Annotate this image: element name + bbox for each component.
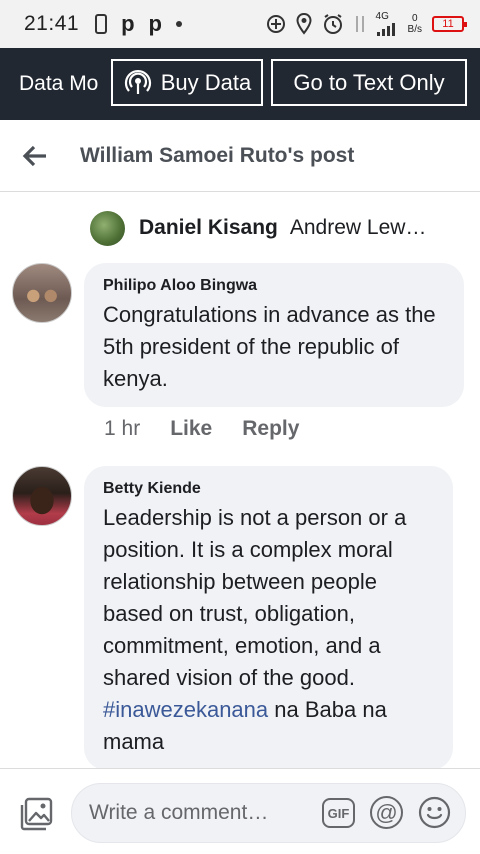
like-button[interactable]: Like — [170, 417, 212, 441]
comment-author[interactable]: Philipo Aloo Bingwa — [103, 277, 446, 295]
network-type: 4G — [375, 11, 389, 22]
status-time: 21:41 — [24, 12, 80, 35]
comment-bubble[interactable]: Philipo Aloo Bingwa Congratulations in a… — [84, 263, 464, 407]
phone-icon — [95, 14, 108, 34]
signal-indicator: 4G — [376, 12, 398, 36]
comment-time: 1 hr — [104, 417, 141, 440]
text-only-button[interactable]: Go to Text Only — [271, 59, 467, 106]
more-notifications-dot — [175, 21, 182, 27]
comment-placeholder: Write a comment… — [89, 801, 269, 824]
speed-unit: B/s — [407, 24, 422, 35]
alarm-icon — [323, 14, 342, 34]
signal-icon — [376, 23, 395, 36]
comment-bubble[interactable]: Betty Kiende Leadership is not a person … — [84, 466, 453, 770]
screen: 21:41 p p 4G 0 B/s 11 Data Mo Buy Data G… — [0, 0, 480, 854]
gif-button[interactable]: GIF — [322, 798, 355, 828]
reply-button[interactable]: Reply — [242, 417, 299, 441]
comment-input[interactable]: Write a comment… GIF @ — [71, 783, 466, 843]
avatar[interactable] — [12, 263, 72, 323]
data-mode-label: Data Mo — [19, 72, 99, 95]
location-icon — [296, 13, 312, 35]
status-bar: 21:41 p p 4G 0 B/s 11 — [0, 0, 480, 48]
comment-text: Congratulations in advance as the 5th pr… — [103, 302, 436, 391]
app-p-icon: p — [121, 11, 135, 36]
avatar[interactable] — [90, 210, 125, 246]
system-icons: 4G 0 B/s 11 — [266, 0, 467, 48]
text-only-label: Go to Text Only — [293, 69, 445, 95]
data-transfer-icon — [355, 16, 364, 32]
tagged-others[interactable]: Andrew Lew… — [290, 216, 427, 240]
comment-text-block: Leadership is not a person or a position… — [103, 502, 435, 758]
buy-data-button[interactable]: Buy Data — [111, 59, 263, 106]
tagged-name[interactable]: Daniel Kisang — [139, 216, 278, 240]
add-circle-icon — [266, 15, 285, 33]
page-title: William Samoei Ruto's post — [80, 143, 355, 167]
app-p-icon-2: p — [148, 11, 162, 36]
battery-icon: 11 — [432, 16, 467, 32]
comment-composer: Write a comment… GIF @ — [0, 768, 480, 854]
avatar[interactable] — [12, 466, 72, 526]
comment-text: Leadership is not a person or a position… — [103, 505, 407, 690]
comment-author[interactable]: Betty Kiende — [103, 480, 435, 498]
back-arrow-icon — [22, 145, 46, 166]
post-header: William Samoei Ruto's post — [0, 120, 480, 192]
emoji-icon[interactable] — [418, 796, 451, 829]
data-mode-bar: Data Mo Buy Data Go to Text Only — [0, 48, 480, 120]
network-speed: 0 B/s — [408, 13, 422, 35]
back-button[interactable] — [22, 141, 52, 171]
notification-icons: p p — [95, 11, 182, 37]
comment-actions: 1 hr Like Reply — [104, 417, 299, 441]
photo-icon[interactable] — [18, 796, 54, 832]
hashtag-link[interactable]: #inawezekanana — [103, 697, 268, 722]
mention-button[interactable]: @ — [370, 796, 403, 829]
broadcast-icon — [124, 69, 151, 94]
tagged-people-row[interactable]: Daniel Kisang Andrew Lew… — [90, 208, 426, 248]
speed-value: 0 — [411, 13, 418, 24]
buy-data-label: Buy Data — [160, 69, 252, 95]
battery-level: 11 — [442, 18, 454, 30]
